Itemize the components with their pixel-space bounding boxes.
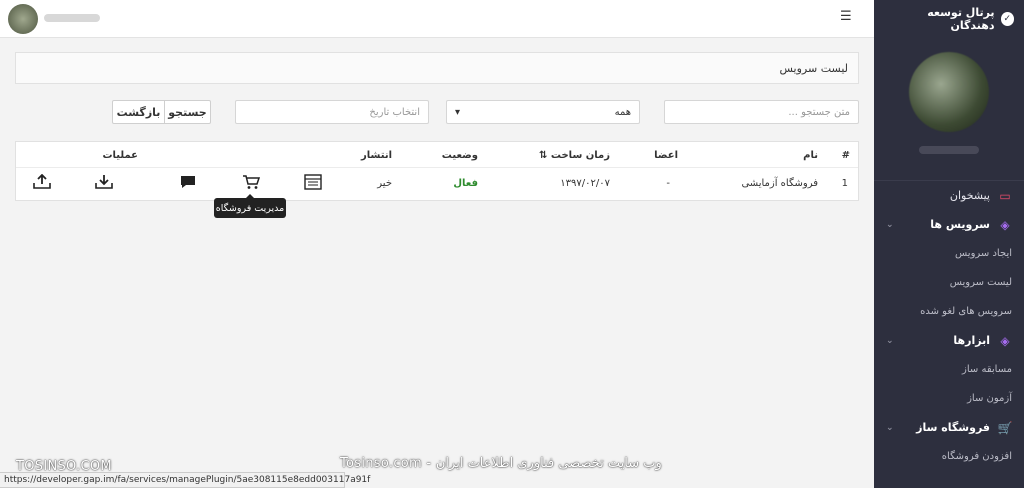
cart-icon: 🛒 xyxy=(997,420,1013,435)
sidebar-item-label: ایجاد سرویس xyxy=(955,248,1012,259)
sidebar-item-tools[interactable]: ◈ ابزارها ⌄ xyxy=(874,326,1024,355)
sidebar-item-label: آزمون ساز xyxy=(967,393,1012,404)
sidebar-subitem-contest-builder[interactable]: مسابقه ساز xyxy=(874,355,1024,384)
sidebar-subitem-service-list[interactable]: لیست سرویس xyxy=(874,268,1024,297)
sidebar-item-dashboard[interactable]: ▭ پیشخوان xyxy=(874,181,1024,210)
sidebar-subitem-cancelled-services[interactable]: سرویس های لغو شده xyxy=(874,297,1024,326)
sidebar-item-label: لیست سرویس xyxy=(949,277,1012,288)
row-status: فعال xyxy=(453,177,478,189)
sidebar-item-label: سرویس های لغو شده xyxy=(920,306,1012,317)
monitor-icon: ▭ xyxy=(999,188,1011,203)
user-avatar[interactable] xyxy=(8,4,38,34)
upload-icon[interactable] xyxy=(32,172,52,192)
search-input[interactable]: متن جستجو ... xyxy=(664,100,859,124)
row-members: - xyxy=(666,177,670,189)
top-bar: ☰ xyxy=(0,0,874,38)
back-button[interactable]: بازگشت xyxy=(112,100,165,124)
search-button[interactable]: جستجو xyxy=(164,100,211,124)
status-bar-url: https://developer.gap.im/fa/services/man… xyxy=(0,472,370,488)
comment-icon[interactable] xyxy=(178,172,198,192)
menu-toggle-icon[interactable]: ☰ xyxy=(840,10,852,23)
table-header: # نام اعضا زمان ساخت ⇅ وضعیت انتشار عملی… xyxy=(16,142,858,168)
search-placeholder: متن جستجو ... xyxy=(788,106,850,118)
watermark-center: Tosinso.com - وب سایت تخصصی فناوری اطلاع… xyxy=(340,456,662,471)
row-index: 1 xyxy=(841,177,848,189)
sidebar-subitem-add-store[interactable]: افزودن فروشگاه xyxy=(874,442,1024,471)
download-icon[interactable] xyxy=(94,172,114,192)
table-row[interactable]: 1 فروشگاه آزمایشی - ۱۳۹۷/۰۲/۰۷ فعال خیر xyxy=(16,170,858,196)
tooltip-manage-store: مدیریت فروشگاه xyxy=(214,194,286,218)
tag-icon: ◈ xyxy=(1000,333,1010,348)
sidebar-item-label: فروشگاه ساز xyxy=(916,421,990,434)
chevron-down-icon: ⌄ xyxy=(886,422,894,433)
col-created[interactable]: زمان ساخت ⇅ xyxy=(539,142,610,168)
user-name-blurred[interactable] xyxy=(44,14,100,22)
services-table: # نام اعضا زمان ساخت ⇅ وضعیت انتشار عملی… xyxy=(15,141,859,201)
chevron-down-icon: ⌄ xyxy=(886,335,894,346)
brand-title: پرتال توسعه دهندگان xyxy=(927,6,995,32)
preview-icon[interactable] xyxy=(303,172,323,192)
sidebar-item-label: پیشخوان xyxy=(949,189,990,202)
sidebar-username-blurred xyxy=(919,146,979,154)
page-title-text: لیست سرویس xyxy=(779,61,848,75)
brand-logo-icon: ✓ xyxy=(1000,12,1014,26)
row-created: ۱۳۹۷/۰۲/۰۷ xyxy=(560,177,610,189)
col-index: # xyxy=(841,149,850,161)
date-picker-input[interactable]: انتخاب تاریخ xyxy=(235,100,429,124)
sidebar-item-label: افزودن فروشگاه xyxy=(941,451,1012,462)
sidebar: ✓ پرتال توسعه دهندگان ▭ پیشخوان ◈ سرویس … xyxy=(874,0,1024,488)
col-members: اعضا xyxy=(654,149,678,161)
sidebar-brand[interactable]: ✓ پرتال توسعه دهندگان xyxy=(874,0,1024,38)
chevron-down-icon: ⌄ xyxy=(886,219,894,230)
col-status: وضعیت xyxy=(441,149,478,161)
sidebar-item-store-builder[interactable]: 🛒 فروشگاه ساز ⌄ xyxy=(874,413,1024,442)
sidebar-item-label: مسابقه ساز xyxy=(962,364,1012,375)
status-select-value: همه xyxy=(614,106,631,118)
sidebar-item-label: ابزارها xyxy=(953,334,990,347)
page-title: لیست سرویس xyxy=(15,52,859,84)
date-placeholder: انتخاب تاریخ xyxy=(369,106,420,118)
sidebar-subitem-create-service[interactable]: ایجاد سرویس xyxy=(874,239,1024,268)
filters-bar: متن جستجو ... همه ▾ انتخاب تاریخ جستجو ب… xyxy=(15,100,859,124)
sidebar-item-services[interactable]: ◈ سرویس ها ⌄ xyxy=(874,210,1024,239)
row-name: فروشگاه آزمایشی xyxy=(741,177,818,189)
sidebar-item-label: سرویس ها xyxy=(930,218,990,231)
select-arrow-icon: ▾ xyxy=(455,106,461,118)
tag-icon: ◈ xyxy=(1000,217,1010,232)
col-publish: انتشار xyxy=(361,149,392,161)
col-name: نام xyxy=(803,149,818,161)
sidebar-avatar xyxy=(909,52,989,132)
status-select[interactable]: همه ▾ xyxy=(446,100,640,124)
sidebar-subitem-quiz-builder[interactable]: آزمون ساز xyxy=(874,384,1024,413)
cart-icon[interactable] xyxy=(241,172,261,192)
col-actions: عملیات xyxy=(102,149,138,161)
row-publish: خیر xyxy=(377,177,392,189)
